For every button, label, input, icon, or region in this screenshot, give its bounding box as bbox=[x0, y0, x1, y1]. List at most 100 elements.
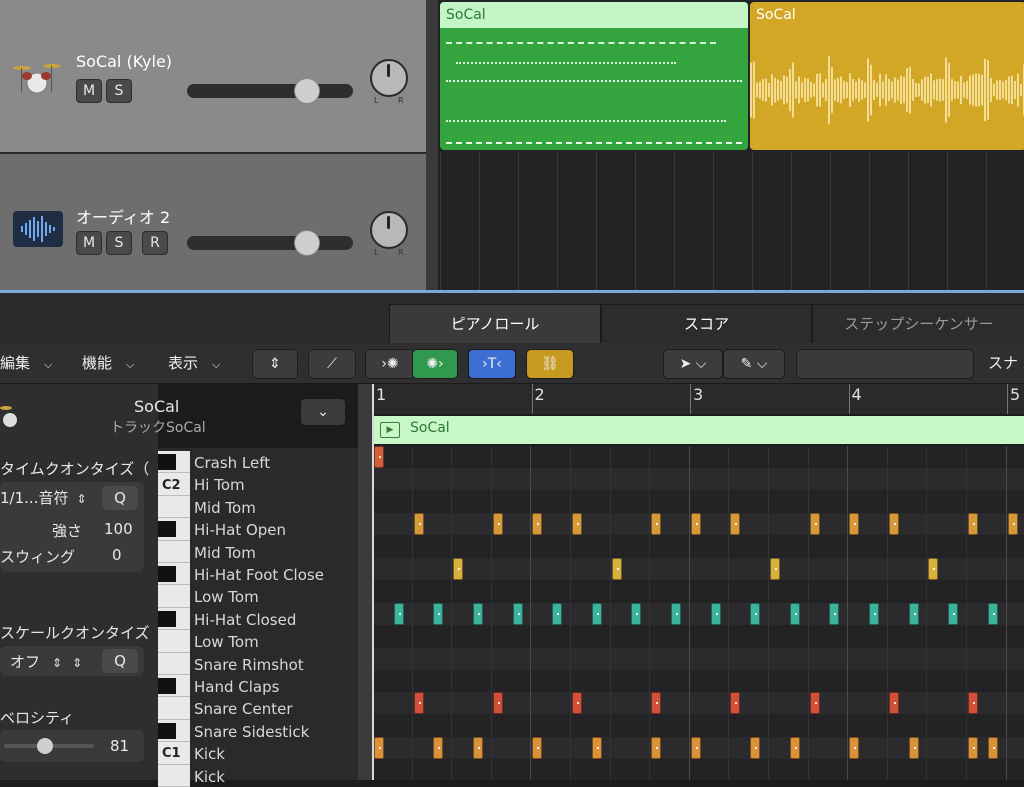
pan-knob[interactable] bbox=[370, 211, 408, 249]
volume-slider[interactable] bbox=[187, 84, 353, 98]
midi-note[interactable] bbox=[473, 602, 483, 625]
piano-key-black[interactable] bbox=[158, 521, 176, 538]
quantize-value-select[interactable]: 1/1...音符 ⇕ bbox=[0, 487, 87, 508]
search-field[interactable] bbox=[796, 349, 974, 379]
midi-note[interactable] bbox=[413, 692, 424, 715]
link-icon[interactable]: ⛓ bbox=[526, 349, 574, 379]
midi-in-icon[interactable]: ›✺ bbox=[365, 349, 415, 379]
piano-key-black[interactable] bbox=[158, 722, 176, 739]
midi-note[interactable] bbox=[888, 513, 899, 536]
catch-playhead-icon[interactable]: ›T‹ bbox=[468, 349, 516, 379]
midi-note[interactable] bbox=[968, 692, 978, 715]
midi-note[interactable] bbox=[591, 737, 602, 760]
midi-note[interactable] bbox=[671, 602, 681, 625]
midi-note[interactable] bbox=[750, 602, 761, 625]
drummer-region[interactable]: SoCal bbox=[440, 2, 748, 150]
tab-piano-roll[interactable]: ピアノロール bbox=[389, 304, 601, 344]
volume-slider-handle[interactable] bbox=[294, 230, 320, 256]
midi-note[interactable] bbox=[908, 602, 919, 625]
midi-note[interactable] bbox=[908, 737, 919, 760]
piano-key-black[interactable] bbox=[158, 678, 176, 694]
midi-note[interactable] bbox=[789, 602, 800, 625]
midi-note[interactable] bbox=[869, 602, 879, 625]
midi-note[interactable] bbox=[987, 602, 998, 625]
midi-note[interactable] bbox=[987, 737, 998, 760]
piano-roll-grid[interactable] bbox=[372, 446, 1024, 780]
midi-note[interactable] bbox=[809, 692, 820, 715]
mute-button[interactable]: M bbox=[76, 231, 102, 255]
collapse-icon[interactable]: ⇕ bbox=[252, 349, 298, 379]
midi-note[interactable] bbox=[413, 513, 424, 536]
edit-menu[interactable]: 編集 ⌵ bbox=[0, 349, 52, 377]
midi-note[interactable] bbox=[433, 737, 444, 760]
pencil-tool-icon[interactable]: ✎ ⌵ bbox=[723, 349, 785, 379]
scale-quantize-select[interactable]: オフ ⇕ ⇕ bbox=[10, 651, 82, 672]
midi-note[interactable] bbox=[789, 737, 800, 760]
midi-note[interactable] bbox=[374, 737, 384, 760]
midi-note[interactable] bbox=[1007, 513, 1018, 536]
piano-key-black[interactable] bbox=[158, 610, 176, 627]
midi-note[interactable] bbox=[453, 558, 464, 580]
track-row-audio-2[interactable]: オーディオ 2 M S R L R bbox=[0, 154, 426, 290]
midi-note[interactable] bbox=[710, 602, 721, 625]
midi-note[interactable] bbox=[393, 602, 404, 625]
midi-note[interactable] bbox=[690, 513, 701, 536]
midi-note[interactable] bbox=[532, 513, 543, 536]
record-enable-button[interactable]: R bbox=[142, 231, 168, 255]
inspector-collapse-button[interactable]: ⌄ bbox=[300, 398, 346, 426]
midi-note[interactable] bbox=[492, 513, 503, 536]
volume-slider-handle[interactable] bbox=[294, 78, 320, 104]
midi-note[interactable] bbox=[928, 558, 939, 580]
midi-note[interactable] bbox=[849, 737, 860, 760]
midi-note[interactable] bbox=[532, 737, 543, 760]
piano-key[interactable] bbox=[158, 495, 190, 519]
velocity-value[interactable]: 81 bbox=[110, 737, 129, 755]
piano-key[interactable] bbox=[158, 652, 190, 675]
track-list-divider[interactable] bbox=[426, 0, 438, 290]
piano-key-black[interactable] bbox=[158, 454, 176, 470]
piano-key-black[interactable] bbox=[158, 566, 176, 582]
piano-key[interactable] bbox=[158, 764, 190, 787]
volume-slider[interactable] bbox=[187, 236, 353, 250]
midi-note[interactable] bbox=[473, 737, 483, 760]
midi-note[interactable] bbox=[888, 692, 899, 715]
midi-out-icon[interactable]: ✺› bbox=[412, 349, 458, 379]
midi-note[interactable] bbox=[492, 692, 503, 715]
midi-note[interactable] bbox=[572, 692, 582, 715]
audio-region[interactable]: SoCal bbox=[750, 2, 1024, 150]
midi-note[interactable] bbox=[512, 602, 523, 625]
piano-roll-region-header[interactable]: ▶ SoCal bbox=[372, 416, 1024, 444]
piano-key[interactable] bbox=[158, 697, 190, 720]
midi-note[interactable] bbox=[374, 446, 384, 468]
quantize-button[interactable]: Q bbox=[102, 486, 138, 510]
midi-note[interactable] bbox=[690, 737, 701, 760]
midi-note[interactable] bbox=[651, 737, 662, 760]
track-row-socal[interactable]: SoCal (Kyle) M S L R bbox=[0, 0, 426, 152]
piano-key[interactable] bbox=[158, 585, 190, 608]
solo-button[interactable]: S bbox=[106, 231, 132, 255]
midi-note[interactable] bbox=[730, 513, 741, 536]
midi-note[interactable] bbox=[631, 602, 642, 625]
midi-note[interactable] bbox=[572, 513, 582, 536]
midi-note[interactable] bbox=[968, 513, 978, 536]
functions-menu[interactable]: 機能 ⌵ bbox=[82, 349, 134, 377]
midi-note[interactable] bbox=[849, 513, 860, 536]
playhead[interactable] bbox=[372, 384, 374, 780]
midi-note[interactable] bbox=[591, 602, 602, 625]
pointer-tool-icon[interactable]: ➤ ⌵ bbox=[663, 349, 723, 379]
midi-note[interactable] bbox=[433, 602, 444, 625]
mute-button[interactable]: M bbox=[76, 79, 102, 103]
snap-label[interactable]: スナ bbox=[988, 349, 1018, 377]
piano-key[interactable] bbox=[158, 630, 190, 653]
midi-note[interactable] bbox=[750, 737, 761, 760]
arrange-area[interactable]: SoCal SoCal bbox=[438, 0, 1024, 290]
midi-note[interactable] bbox=[948, 602, 959, 625]
midi-note[interactable] bbox=[651, 692, 662, 715]
midi-note[interactable] bbox=[809, 513, 820, 536]
pan-knob[interactable] bbox=[370, 59, 408, 97]
piano-key[interactable] bbox=[158, 540, 190, 563]
view-menu[interactable]: 表示 ⌵ bbox=[168, 349, 220, 377]
midi-note[interactable] bbox=[770, 558, 780, 580]
solo-button[interactable]: S bbox=[106, 79, 132, 103]
swing-value[interactable]: 0 bbox=[112, 546, 122, 564]
